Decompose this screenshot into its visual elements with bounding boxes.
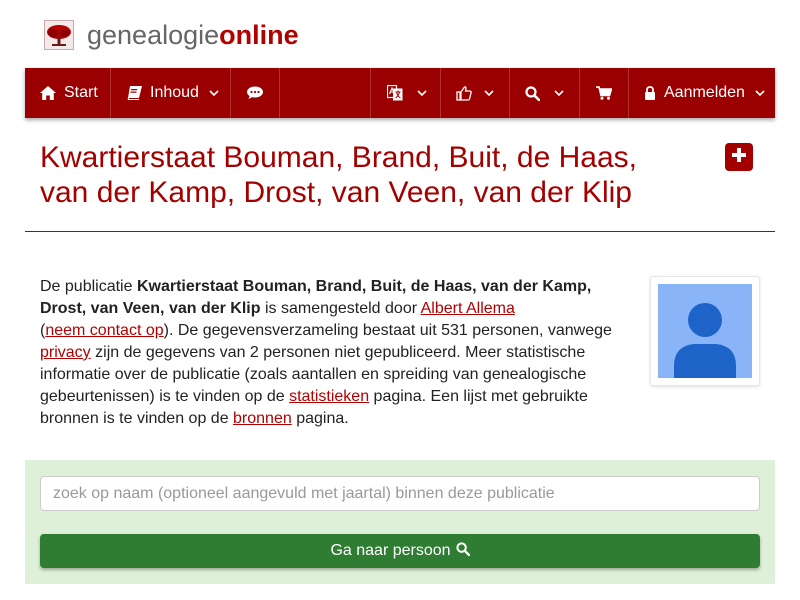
chevron-down-icon: [554, 89, 564, 97]
main-navbar: Start Inhoud Aanmelden: [25, 68, 775, 118]
thumbs-up-icon: [456, 85, 472, 101]
nav-inhoud[interactable]: Inhoud: [111, 68, 231, 118]
author-link[interactable]: Albert Allema: [421, 300, 515, 317]
nav-forum[interactable]: [231, 68, 280, 118]
nav-start-label: Start: [64, 84, 98, 101]
nav-inhoud-label: Inhoud: [150, 84, 199, 101]
person-search-input[interactable]: [40, 476, 760, 511]
home-icon: [40, 86, 56, 100]
brand-name-part1: genealogie: [87, 19, 220, 50]
page-title-line2: van der Kamp, Drost, van Veen, van der K…: [40, 176, 632, 209]
sources-link[interactable]: bronnen: [233, 410, 292, 427]
go-to-person-label: Ga naar persoon: [330, 542, 451, 559]
contact-link[interactable]: neem contact op: [45, 322, 163, 339]
tree-logo-icon: [44, 20, 74, 50]
chevron-down-icon: [417, 89, 427, 97]
page-title-line1: Kwartierstaat Bouman, Brand, Buit, de Ha…: [40, 141, 637, 174]
plus-square-icon: [731, 147, 747, 168]
language-icon: [387, 85, 403, 101]
nav-search[interactable]: [509, 68, 579, 118]
desc-text: pagina.: [291, 410, 349, 427]
chevron-down-icon: [755, 89, 765, 97]
chevron-down-icon: [484, 89, 494, 97]
author-avatar[interactable]: [650, 276, 760, 386]
nav-language[interactable]: [370, 68, 440, 118]
publication-description: De publicatie Kwartierstaat Bouman, Bran…: [40, 276, 630, 430]
book-icon: [127, 86, 142, 100]
brand-name-part2: online: [219, 19, 299, 50]
cart-icon: [596, 86, 612, 100]
chevron-down-icon: [209, 89, 219, 97]
title-divider: [25, 231, 775, 232]
desc-text: ). De gegevensverzameling bestaat uit 53…: [163, 322, 612, 339]
person-placeholder-icon: [658, 284, 752, 378]
lock-icon: [644, 86, 656, 100]
statistics-link[interactable]: statistieken: [289, 388, 369, 405]
nav-share[interactable]: [440, 68, 509, 118]
brand-name: genealogieonline: [87, 20, 299, 51]
add-button[interactable]: [725, 143, 753, 171]
nav-shop[interactable]: [579, 68, 628, 118]
go-to-person-button[interactable]: Ga naar persoon: [40, 534, 760, 568]
desc-text: is samengesteld door: [260, 300, 421, 317]
privacy-link[interactable]: privacy: [40, 344, 91, 361]
page-title: Kwartierstaat Bouman, Brand, Buit, de Ha…: [40, 140, 720, 210]
search-icon: [451, 541, 470, 561]
search-icon: [525, 85, 540, 101]
person-search-panel: Ga naar persoon: [25, 460, 775, 584]
site-logo[interactable]: genealogieonline: [44, 18, 299, 52]
comments-icon: [246, 86, 264, 100]
nav-login[interactable]: Aanmelden: [628, 68, 775, 118]
desc-text: De publicatie: [40, 278, 137, 295]
nav-start[interactable]: Start: [25, 68, 111, 118]
nav-login-label: Aanmelden: [664, 84, 745, 101]
